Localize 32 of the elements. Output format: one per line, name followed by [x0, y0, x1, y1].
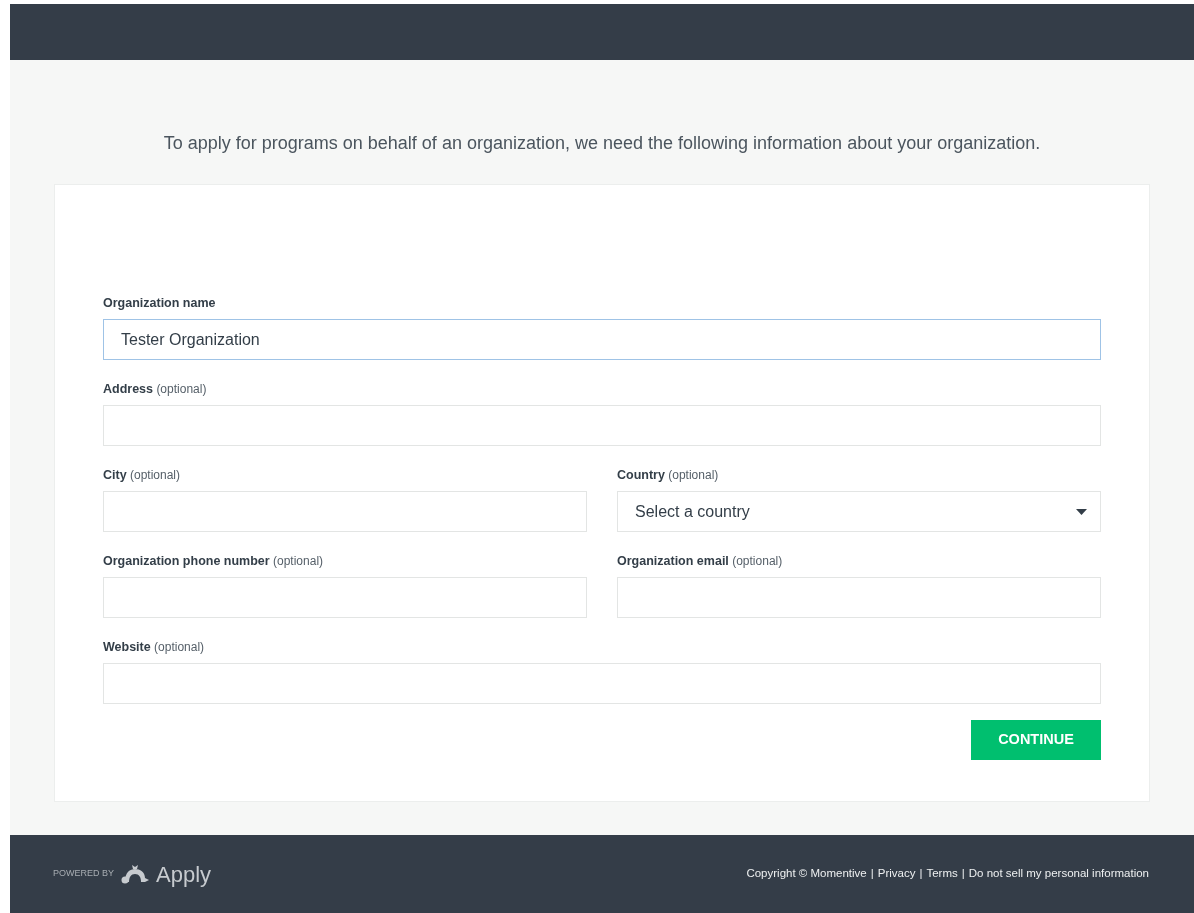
input-field[interactable]: [103, 577, 587, 618]
field-label: Organization email: [617, 554, 729, 568]
intro-text: To apply for programs on behalf of an organization, we need the following information about your organization.: [163, 132, 1041, 155]
logo-icon: [120, 864, 150, 884]
separator: |: [870, 866, 874, 882]
input-field[interactable]: [103, 491, 587, 532]
powered-by-text: POWERED BY: [53, 867, 114, 881]
field-label: Organization name: [103, 296, 216, 310]
optional-note: (optional): [667, 468, 719, 482]
optional-note: (optional): [731, 554, 783, 568]
input-field[interactable]: Tester Organization: [103, 319, 1101, 360]
optional-note: (optional): [128, 468, 180, 482]
brand-name: Apply: [156, 860, 212, 889]
field-label: Website: [103, 640, 151, 654]
input-field[interactable]: [103, 663, 1101, 704]
field-label: City: [103, 468, 127, 482]
optional-note: (optional): [272, 554, 324, 568]
input-field[interactable]: [617, 577, 1101, 618]
footer-link[interactable]: Privacy: [877, 865, 916, 883]
field-label: Address: [103, 382, 154, 396]
field-label: Country: [617, 468, 665, 482]
footer-link[interactable]: Terms: [926, 865, 958, 883]
optional-note: (optional): [155, 382, 207, 396]
separator: |: [961, 866, 965, 882]
separator: |: [919, 866, 923, 882]
footer-link[interactable]: Do not sell my personal information: [968, 865, 1149, 883]
field-label: Organization phone number: [103, 554, 270, 568]
country-select[interactable]: Select a country: [617, 491, 1101, 532]
optional-note: (optional): [153, 640, 205, 654]
copyright-text: Copyright © Momentive: [746, 866, 867, 882]
input-field[interactable]: [103, 405, 1101, 446]
caret-icon: [1076, 508, 1087, 515]
